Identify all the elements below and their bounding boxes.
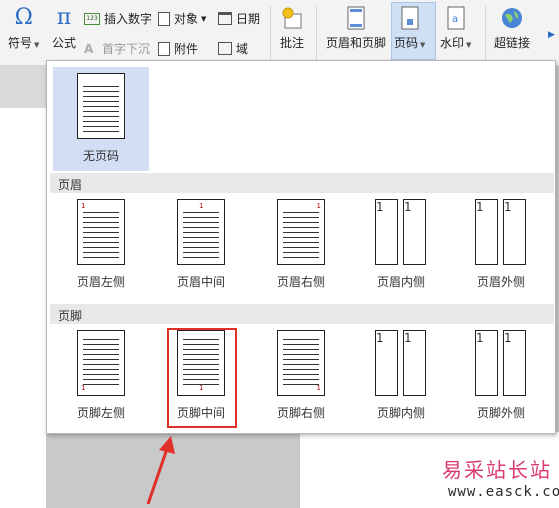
watermark-text: 易采站长站 — [442, 458, 552, 482]
footer-inside-option[interactable]: 1 1 页脚内侧 — [353, 328, 449, 432]
symbol-label: 符号 — [8, 36, 33, 50]
page-number-icon — [399, 6, 421, 30]
ribbon-toolbar: Ω 符号▼ π 公式 123 插入数字 A 首字下沉 对象 ▼ 附件 日期 域 — [0, 0, 559, 66]
header-footer-label: 页眉和页脚 — [326, 36, 387, 50]
page-number-dropdown: 无页码 页眉 1 页眉左侧 1 页眉中间 1 页眉右侧 1 1 页眉内侧 1 1… — [46, 60, 556, 434]
attachment-icon — [158, 41, 170, 56]
option-label: 页眉中间 — [176, 275, 225, 289]
object-icon — [158, 11, 170, 26]
header-left-option[interactable]: 1 页眉左侧 — [53, 197, 149, 301]
option-label: 页脚外侧 — [476, 406, 525, 420]
attachment-label: 附件 — [174, 42, 199, 56]
ribbon-separator — [270, 6, 271, 60]
calendar-icon — [218, 12, 232, 25]
page-number-mark: 1 — [476, 200, 484, 214]
option-label: 页脚右侧 — [276, 406, 325, 420]
attachment-button[interactable]: 附件 — [158, 40, 198, 57]
field-icon — [218, 42, 232, 55]
page-number-mark: 1 — [376, 200, 384, 214]
page-number-mark: 1 — [316, 384, 321, 392]
watermark-button[interactable]: a 水印 ▼ — [440, 6, 471, 51]
insert-number-label: 插入数字 — [104, 12, 153, 26]
section-header: 页眉 — [50, 173, 554, 193]
field-button[interactable]: 域 — [218, 40, 248, 57]
drop-cap-icon: A — [84, 41, 94, 56]
chevron-down-icon: ▼ — [201, 14, 207, 23]
symbol-button[interactable]: Ω 符号 ▼ — [8, 6, 39, 51]
formula-button[interactable]: π 公式 — [52, 6, 76, 51]
drop-cap-button[interactable]: A 首字下沉 — [84, 40, 150, 57]
option-label: 页眉外侧 — [476, 275, 525, 289]
footer-outside-option[interactable]: 1 1 页脚外侧 — [453, 328, 549, 432]
header-inside-option[interactable]: 1 1 页眉内侧 — [353, 197, 449, 301]
option-label: 页脚内侧 — [376, 406, 425, 420]
option-label: 无页码 — [82, 149, 119, 163]
option-label: 页眉左侧 — [76, 275, 125, 289]
page-number-mark: 1 — [199, 202, 204, 210]
page-number-mark: 1 — [316, 202, 321, 210]
header-footer-icon — [345, 6, 367, 30]
ribbon-separator — [485, 6, 486, 60]
page-thumbnail — [77, 73, 125, 139]
chevron-down-icon: ▼ — [420, 41, 426, 49]
comment-button[interactable]: 批注 — [280, 6, 304, 51]
globe-icon — [500, 6, 524, 30]
comment-icon — [281, 6, 303, 30]
document-page — [0, 108, 46, 508]
annotation-arrow-icon — [146, 436, 175, 505]
date-label: 日期 — [236, 12, 261, 26]
date-button[interactable]: 日期 — [218, 10, 260, 27]
page-number-mark: 1 — [504, 200, 512, 214]
watermark-label: 水印 — [440, 36, 465, 50]
comment-label: 批注 — [280, 36, 305, 50]
omega-icon: Ω — [14, 5, 33, 30]
page-number-mark: 1 — [404, 200, 412, 214]
page-number-button[interactable]: 页码 ▼ — [394, 6, 425, 51]
object-button[interactable]: 对象 ▼ — [158, 10, 206, 27]
page-number-mark: 1 — [81, 202, 86, 210]
option-label: 页脚左侧 — [76, 406, 125, 420]
header-center-option[interactable]: 1 页眉中间 — [153, 197, 249, 301]
header-outside-option[interactable]: 1 1 页眉外侧 — [453, 197, 549, 301]
insert-number-button[interactable]: 123 插入数字 — [84, 10, 152, 27]
page-number-mark: 1 — [81, 384, 86, 392]
no-page-number-option[interactable]: 无页码 — [53, 67, 149, 171]
watermark-icon: a — [445, 6, 467, 30]
page-number-label: 页码 — [394, 36, 419, 50]
chevron-down-icon: ▼ — [34, 41, 40, 49]
option-label: 页眉内侧 — [376, 275, 425, 289]
hyperlink-label: 超链接 — [494, 36, 531, 50]
field-label: 域 — [236, 42, 249, 56]
pi-icon: π — [56, 5, 72, 30]
svg-text:a: a — [452, 14, 458, 25]
page-number-mark: 1 — [504, 331, 512, 345]
hyperlink-button[interactable]: 超链接 — [494, 6, 530, 51]
number-icon: 123 — [84, 12, 100, 25]
page-number-mark: 1 — [404, 331, 412, 345]
object-label: 对象 — [174, 12, 199, 26]
option-label: 页眉右侧 — [276, 275, 325, 289]
watermark-url: www.easck.com — [448, 484, 559, 500]
chevron-down-icon: ▼ — [466, 41, 472, 49]
header-footer-button[interactable]: 页眉和页脚 — [326, 6, 386, 51]
header-right-option[interactable]: 1 页眉右侧 — [253, 197, 349, 301]
footer-right-option[interactable]: 1 页脚右侧 — [253, 328, 349, 432]
site-watermark: 易采站长站 www.easck.com — [438, 452, 559, 508]
page-number-mark: 1 — [376, 331, 384, 345]
ribbon-scroll-icon[interactable]: ▶ — [548, 30, 555, 40]
footer-left-option[interactable]: 1 页脚左侧 — [53, 328, 149, 432]
page-number-mark: 1 — [476, 331, 484, 345]
section-header: 页脚 — [50, 304, 554, 324]
highlight-box — [167, 328, 237, 428]
drop-cap-label: 首字下沉 — [102, 42, 151, 56]
formula-label: 公式 — [52, 36, 77, 50]
ribbon-separator — [316, 6, 317, 60]
